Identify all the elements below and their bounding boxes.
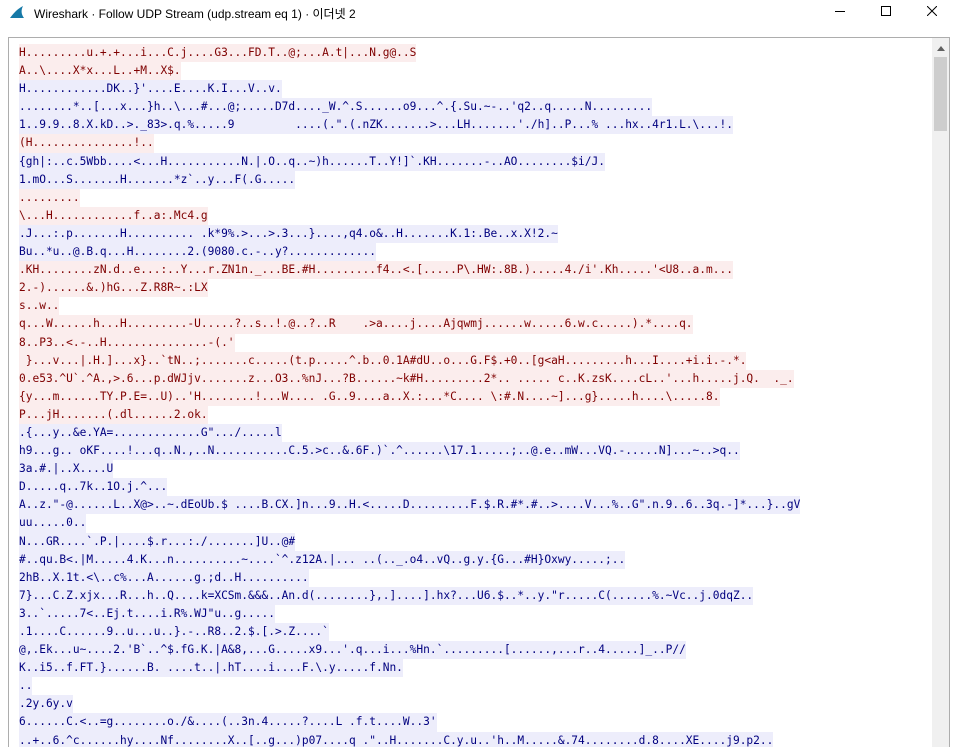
stream-line-text: 1.mO...S.......H.......*z`..y...F(.G....… bbox=[19, 170, 296, 189]
client-data-line: (H...............!.. bbox=[19, 134, 931, 153]
stream-line-text: .1....C......9..u...u..}.-..R8..2.$.[.>.… bbox=[19, 623, 329, 642]
server-data-line: .2y.6y.v bbox=[19, 695, 931, 714]
server-data-line: A..z."-@......L..X@>..~.dEoUb.$ ....B.CX… bbox=[19, 496, 931, 515]
stream-line-text: ........*..[...x...}h..\...#...@;.....D7… bbox=[19, 98, 653, 117]
stream-line-text: .J...:.p.......H.......... .k*9%.>...>.3… bbox=[19, 224, 558, 244]
client-data-line: A..\....X*x...L..+M..X$. bbox=[19, 62, 931, 81]
stream-line-text: 2hB..X.1t.<\..c%...A......g.;d..H.......… bbox=[19, 568, 309, 587]
stream-line-text: .2y.6y.v bbox=[19, 695, 73, 714]
maximize-icon bbox=[881, 3, 891, 21]
stream-line-text: 1..9.9..8.X.kD..>._83>.q.%.....9 ....(."… bbox=[19, 116, 733, 135]
stream-line-text: (H...............!.. bbox=[19, 134, 154, 153]
server-data-line: 3..`.....7<..Ej.t....i.R%.WJ"u..g..... bbox=[19, 604, 931, 623]
title-bar: Wireshark · Follow UDP Stream (udp.strea… bbox=[0, 0, 956, 24]
server-data-line: ........*..[...x...}h..\...#...@;.....D7… bbox=[19, 98, 931, 117]
client-data-line: {y...m......TY.P.E=..U)..'H........!...W… bbox=[19, 387, 931, 406]
minimize-icon bbox=[835, 3, 845, 21]
server-data-line: {gh|:..c.5Wbb....<...H...........N.|.O..… bbox=[19, 152, 931, 171]
stream-line-text: @,.Ek...u~....2.'B`..^$.fG.K.|A&8,...G..… bbox=[19, 641, 686, 660]
server-data-line: 6......C.<..=g........o./&....(..3n.4...… bbox=[19, 713, 931, 732]
server-data-line: .J...:.p.......H.......... .k*9%.>...>.3… bbox=[19, 224, 931, 244]
client-data-line: ......... bbox=[19, 188, 931, 207]
server-data-line: @,.Ek...u~....2.'B`..^$.fG.K.|A&8,...G..… bbox=[19, 641, 931, 660]
stream-line-text: 6......C.<..=g........o./&....(..3n.4...… bbox=[19, 713, 437, 732]
server-data-line: uu.....0.. bbox=[19, 514, 931, 533]
close-icon bbox=[926, 3, 938, 21]
client-data-line: q...W......h...H.........-U.....?..s..!.… bbox=[19, 315, 931, 334]
server-data-line: H............DK..}'....E....K.I...V..v. bbox=[19, 80, 931, 99]
stream-line-text: P...jH.......(.dl......2.ok. bbox=[19, 405, 208, 424]
stream-line-text: .. bbox=[19, 677, 33, 696]
server-data-line: .. bbox=[19, 677, 931, 696]
server-data-line: .1....C......9..u...u..}.-..R8..2.$.[.>.… bbox=[19, 623, 931, 642]
stream-line-text: \...H............f..a:.Mc4.g bbox=[19, 206, 208, 225]
stream-line-text: }...v...|.H.]...x}..`tN..;.......c.....(… bbox=[19, 351, 747, 370]
window-title: Wireshark · Follow UDP Stream (udp.strea… bbox=[34, 7, 356, 21]
wireshark-fin-icon bbox=[9, 5, 25, 19]
server-data-line: N...GR....`.P.|....$.r...:./.......]U..@… bbox=[19, 532, 931, 551]
stream-line-text: A..z."-@......L..X@>..~.dEoUb.$ ....B.CX… bbox=[19, 496, 801, 515]
client-data-line: .KH........zN.d..e...:..Y...r.ZN1n._...B… bbox=[19, 261, 931, 280]
stream-line-text: ......... bbox=[19, 188, 80, 207]
stream-line-text: 0.e53.^U`.^A.,>.6...p.dWJjv.......z...O3… bbox=[19, 369, 794, 388]
stream-line-text: 3a.#.|..X....U bbox=[19, 460, 114, 479]
client-data-line: s..w.. bbox=[19, 297, 931, 316]
scroll-up-button[interactable] bbox=[932, 38, 949, 55]
stream-line-text: 8..P3..<.-..H...............-(.' bbox=[19, 333, 235, 352]
client-data-line: 8..P3..<.-..H...............-(.' bbox=[19, 333, 931, 352]
close-button[interactable] bbox=[909, 0, 955, 24]
stream-line-text: D.....q..7k..1O.j.^... bbox=[19, 478, 168, 497]
server-data-line: ..+..6.^c......hy....Nf........X..[..g..… bbox=[19, 731, 931, 747]
stream-line-text: .KH........zN.d..e...:..Y...r.ZN1n._...B… bbox=[19, 261, 733, 280]
stream-line-text: uu.....0.. bbox=[19, 514, 87, 533]
server-data-line: K..i5..f.FT.}......B. ....t..|.hT....i..… bbox=[19, 659, 931, 678]
server-data-line: Bu..*u..@.B.q...H........2.(9080.c.-..y?… bbox=[19, 243, 931, 262]
stream-line-text: 7}...C.Z.xjx...R...h..Q....k=XCSm.&&&..A… bbox=[19, 586, 754, 605]
stream-line-text: h9...g.. oKF....!...q..N.,..N...........… bbox=[19, 442, 740, 461]
stream-line-text: q...W......h...H.........-U.....?..s..!.… bbox=[19, 315, 693, 334]
stream-line-text: 2.-)......&.)hG...Z.R8R~.:LX bbox=[19, 279, 208, 298]
client-data-line: \...H............f..a:.Mc4.g bbox=[19, 206, 931, 225]
stream-line-text: .{...y..&e.YA=.............G".../.....l bbox=[19, 423, 282, 443]
stream-line-text: 3..`.....7<..Ej.t....i.R%.WJ"u..g..... bbox=[19, 604, 275, 623]
client-data-line: H.........u.+.+...i...C.j....G3...FD.T..… bbox=[19, 44, 931, 63]
server-data-line: #..qu.B<.|M.....4.K...n..........~....`^… bbox=[19, 550, 931, 569]
scrollbar-thumb[interactable] bbox=[934, 57, 947, 131]
stream-line-text: {y...m......TY.P.E=..U)..'H........!...W… bbox=[19, 387, 720, 406]
client-data-line: 0.e53.^U`.^A.,>.6...p.dWJjv.......z...O3… bbox=[19, 369, 931, 388]
server-data-line: 1.mO...S.......H.......*z`..y...F(.G....… bbox=[19, 170, 931, 189]
stream-text[interactable]: H.........u.+.+...i...C.j....G3...FD.T..… bbox=[19, 44, 931, 747]
stream-line-text: K..i5..f.FT.}......B. ....t..|.hT....i..… bbox=[19, 659, 403, 678]
stream-line-text: H............DK..}'....E....K.I...V..v. bbox=[19, 80, 282, 99]
stream-line-text: Bu..*u..@.B.q...H........2.(9080.c.-..y?… bbox=[19, 243, 376, 262]
server-data-line: .{...y..&e.YA=.............G".../.....l bbox=[19, 423, 931, 443]
scroll-up-arrow-icon bbox=[936, 38, 945, 56]
client-data-line: P...jH.......(.dl......2.ok. bbox=[19, 405, 931, 424]
stream-line-text: A..\....X*x...L..+M..X$. bbox=[19, 62, 181, 81]
maximize-button[interactable] bbox=[863, 0, 909, 24]
stream-view[interactable]: H.........u.+.+...i...C.j....G3...FD.T..… bbox=[8, 37, 950, 747]
server-data-line: 2hB..X.1t.<\..c%...A......g.;d..H.......… bbox=[19, 568, 931, 587]
client-data-line: 2.-)......&.)hG...Z.R8R~.:LX bbox=[19, 279, 931, 298]
server-data-line: D.....q..7k..1O.j.^... bbox=[19, 478, 931, 497]
stream-line-text: N...GR....`.P.|....$.r...:./.......]U..@… bbox=[19, 532, 296, 551]
vertical-scrollbar[interactable] bbox=[932, 38, 949, 747]
server-data-line: 1..9.9..8.X.kD..>._83>.q.%.....9 ....(."… bbox=[19, 116, 931, 135]
server-data-line: 3a.#.|..X....U bbox=[19, 460, 931, 479]
stream-line-text: #..qu.B<.|M.....4.K...n..........~....`^… bbox=[19, 550, 626, 569]
stream-line-text: H.........u.+.+...i...C.j....G3...FD.T..… bbox=[19, 44, 417, 63]
server-data-line: h9...g.. oKF....!...q..N.,..N...........… bbox=[19, 442, 931, 461]
stream-line-text: {gh|:..c.5Wbb....<...H...........N.|.O..… bbox=[19, 152, 605, 171]
stream-line-text: s..w.. bbox=[19, 297, 60, 316]
server-data-line: 7}...C.Z.xjx...R...h..Q....k=XCSm.&&&..A… bbox=[19, 586, 931, 605]
minimize-button[interactable] bbox=[817, 0, 863, 24]
stream-line-text: ..+..6.^c......hy....Nf........X..[..g..… bbox=[19, 731, 774, 747]
client-data-line: }...v...|.H.]...x}..`tN..;.......c.....(… bbox=[19, 351, 931, 370]
